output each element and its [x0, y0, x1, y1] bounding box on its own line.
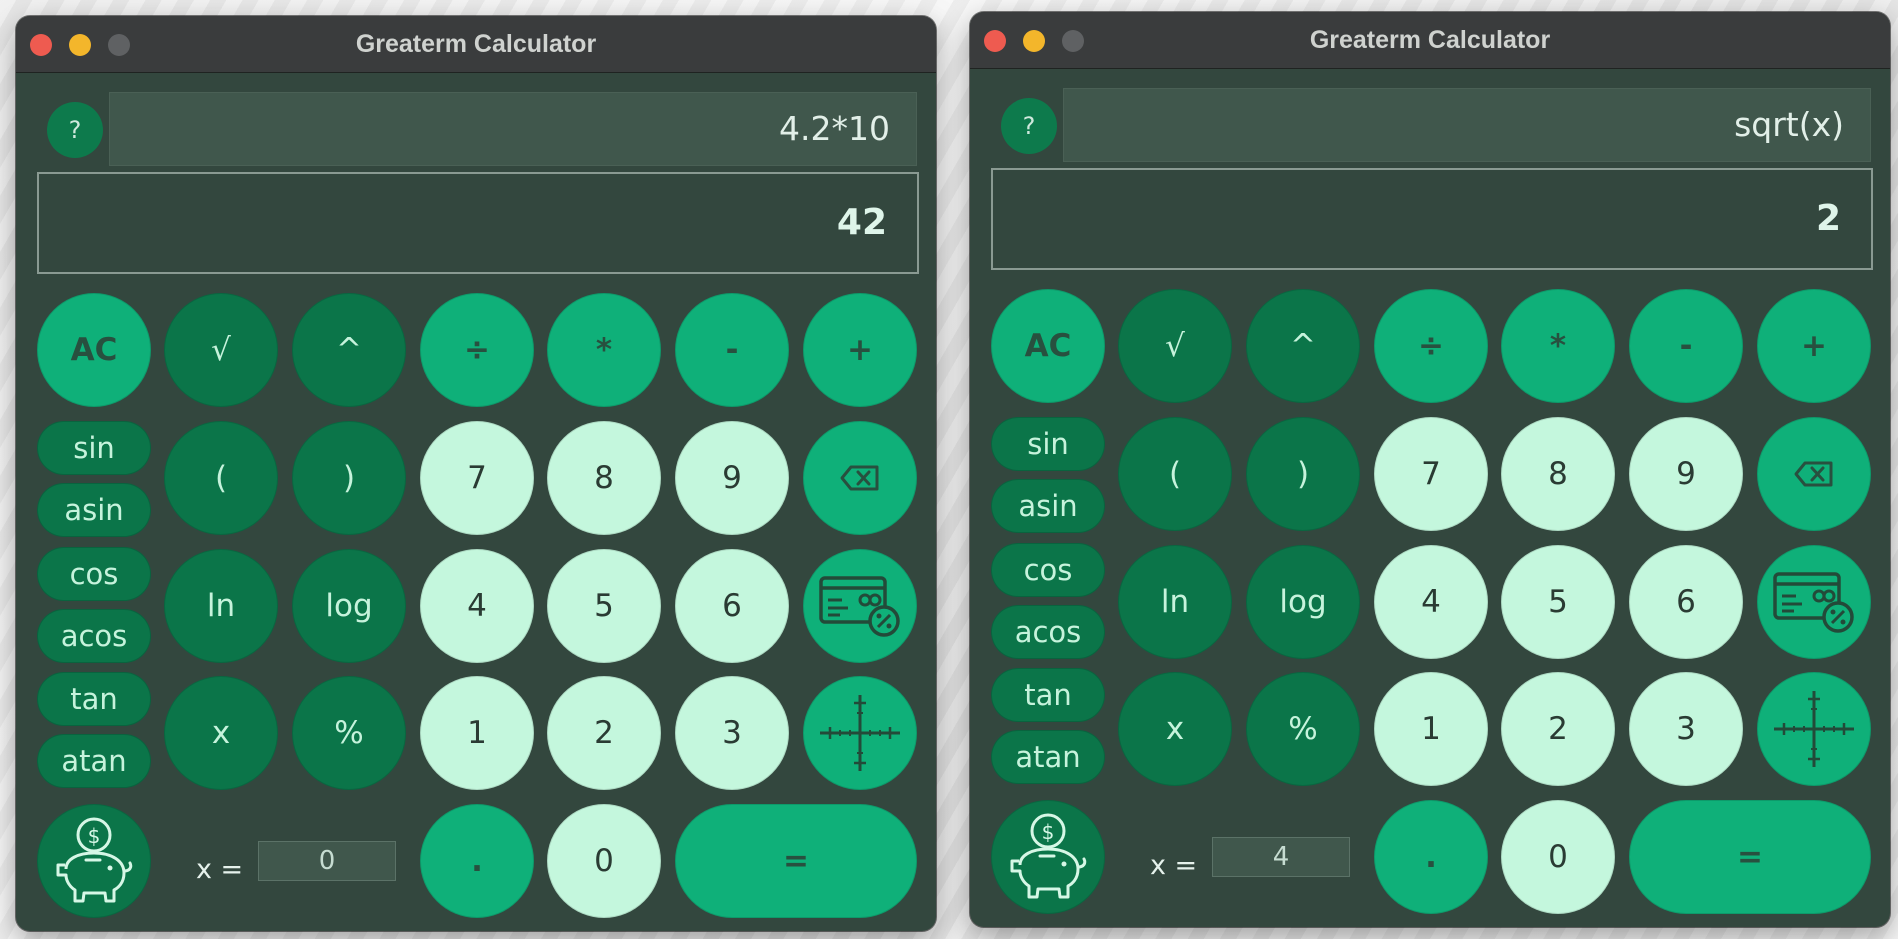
- digit-0-button[interactable]: 0: [547, 804, 661, 918]
- savings-button[interactable]: $: [37, 804, 151, 918]
- digit-4-button[interactable]: 4: [1374, 545, 1488, 659]
- equals-button[interactable]: =: [1629, 800, 1871, 914]
- piggy-bank-icon: $: [1010, 813, 1087, 899]
- finance-button[interactable]: [803, 549, 917, 663]
- variable-x-button[interactable]: x: [1118, 672, 1232, 786]
- asin-button[interactable]: asin: [37, 483, 151, 537]
- backspace-icon: [1794, 461, 1833, 487]
- log-button[interactable]: log: [1246, 545, 1360, 659]
- expression-input[interactable]: sqrt(x): [1063, 88, 1871, 162]
- digit-6-button[interactable]: 6: [675, 549, 789, 663]
- digit-6-button[interactable]: 6: [1629, 545, 1743, 659]
- digit-7-button[interactable]: 7: [420, 421, 534, 535]
- tan-button[interactable]: tan: [991, 668, 1105, 722]
- card-percent-icon: [819, 576, 900, 637]
- digit-9-button[interactable]: 9: [675, 421, 789, 535]
- digit-5-button[interactable]: 5: [547, 549, 661, 663]
- subtract-button[interactable]: -: [675, 293, 789, 407]
- digit-2-button[interactable]: 2: [1501, 672, 1615, 786]
- variable-x-button[interactable]: x: [164, 676, 278, 790]
- finance-button[interactable]: [1757, 545, 1871, 659]
- window-title: Greaterm Calculator: [1309, 26, 1551, 54]
- atan-button[interactable]: atan: [37, 734, 151, 788]
- cos-button[interactable]: cos: [37, 547, 151, 601]
- x-variable-input[interactable]: 0: [258, 841, 396, 881]
- digit-4-button[interactable]: 4: [420, 549, 534, 663]
- backspace-icon: [840, 465, 879, 491]
- help-button[interactable]: ?: [1001, 98, 1057, 154]
- close-paren-button[interactable]: ): [1246, 417, 1360, 531]
- percent-button[interactable]: %: [292, 676, 406, 790]
- sqrt-button[interactable]: √: [164, 293, 278, 407]
- digit-3-button[interactable]: 3: [1629, 672, 1743, 786]
- savings-button[interactable]: $: [991, 800, 1105, 914]
- digit-1-button[interactable]: 1: [420, 676, 534, 790]
- cos-button[interactable]: cos: [991, 543, 1105, 597]
- log-button[interactable]: log: [292, 549, 406, 663]
- divide-button[interactable]: ÷: [420, 293, 534, 407]
- svg-text:$: $: [1042, 820, 1055, 844]
- title-bar: Greaterm Calculator: [16, 16, 936, 73]
- backspace-button[interactable]: [803, 421, 917, 535]
- x-variable-input[interactable]: 4: [1212, 837, 1350, 877]
- clear-button[interactable]: AC: [991, 289, 1105, 403]
- title-bar: Greaterm Calculator: [970, 12, 1890, 69]
- tan-button[interactable]: tan: [37, 672, 151, 726]
- graph-button[interactable]: [803, 676, 917, 790]
- power-button[interactable]: ^: [1246, 289, 1360, 403]
- sin-button[interactable]: sin: [37, 421, 151, 475]
- percent-button[interactable]: %: [1246, 672, 1360, 786]
- digit-7-button[interactable]: 7: [1374, 417, 1488, 531]
- add-button[interactable]: +: [803, 293, 917, 407]
- sin-button[interactable]: sin: [991, 417, 1105, 471]
- asin-button[interactable]: asin: [991, 479, 1105, 533]
- decimal-button[interactable]: .: [1374, 800, 1488, 914]
- digit-8-button[interactable]: 8: [547, 421, 661, 535]
- axes-icon: [1774, 691, 1854, 767]
- acos-button[interactable]: acos: [991, 605, 1105, 659]
- ln-button[interactable]: ln: [1118, 545, 1232, 659]
- open-paren-button[interactable]: (: [1118, 417, 1232, 531]
- clear-button[interactable]: AC: [37, 293, 151, 407]
- svg-text:$: $: [88, 824, 101, 848]
- graph-button[interactable]: [1757, 672, 1871, 786]
- multiply-button[interactable]: *: [1501, 289, 1615, 403]
- acos-button[interactable]: acos: [37, 609, 151, 663]
- add-button[interactable]: +: [1757, 289, 1871, 403]
- digit-3-button[interactable]: 3: [675, 676, 789, 790]
- atan-button[interactable]: atan: [991, 730, 1105, 784]
- digit-5-button[interactable]: 5: [1501, 545, 1615, 659]
- ln-button[interactable]: ln: [164, 549, 278, 663]
- divide-button[interactable]: ÷: [1374, 289, 1488, 403]
- x-variable-label: x =: [196, 854, 244, 885]
- x-variable-label: x =: [1150, 850, 1198, 881]
- digit-0-button[interactable]: 0: [1501, 800, 1615, 914]
- sqrt-button[interactable]: √: [1118, 289, 1232, 403]
- axes-icon: [820, 695, 900, 771]
- subtract-button[interactable]: -: [1629, 289, 1743, 403]
- close-paren-button[interactable]: ): [292, 421, 406, 535]
- calculator-window-right: Greaterm Calculator ? sqrt(x) 2 AC √ ^ ÷…: [970, 12, 1890, 927]
- piggy-bank-icon: $: [56, 817, 133, 903]
- expression-input[interactable]: 4.2*10: [109, 92, 917, 166]
- digit-9-button[interactable]: 9: [1629, 417, 1743, 531]
- open-paren-button[interactable]: (: [164, 421, 278, 535]
- backspace-button[interactable]: [1757, 417, 1871, 531]
- digit-1-button[interactable]: 1: [1374, 672, 1488, 786]
- equals-button[interactable]: =: [675, 804, 917, 918]
- window-title: Greaterm Calculator: [355, 30, 597, 58]
- calculator-window-left: Greaterm Calculator ? 4.2*10 42 AC √ ^ ÷…: [16, 16, 936, 931]
- digit-2-button[interactable]: 2: [547, 676, 661, 790]
- card-percent-icon: [1773, 572, 1854, 633]
- power-button[interactable]: ^: [292, 293, 406, 407]
- digit-8-button[interactable]: 8: [1501, 417, 1615, 531]
- help-button[interactable]: ?: [47, 102, 103, 158]
- result-display: 42: [37, 172, 919, 274]
- result-display: 2: [991, 168, 1873, 270]
- multiply-button[interactable]: *: [547, 293, 661, 407]
- decimal-button[interactable]: .: [420, 804, 534, 918]
